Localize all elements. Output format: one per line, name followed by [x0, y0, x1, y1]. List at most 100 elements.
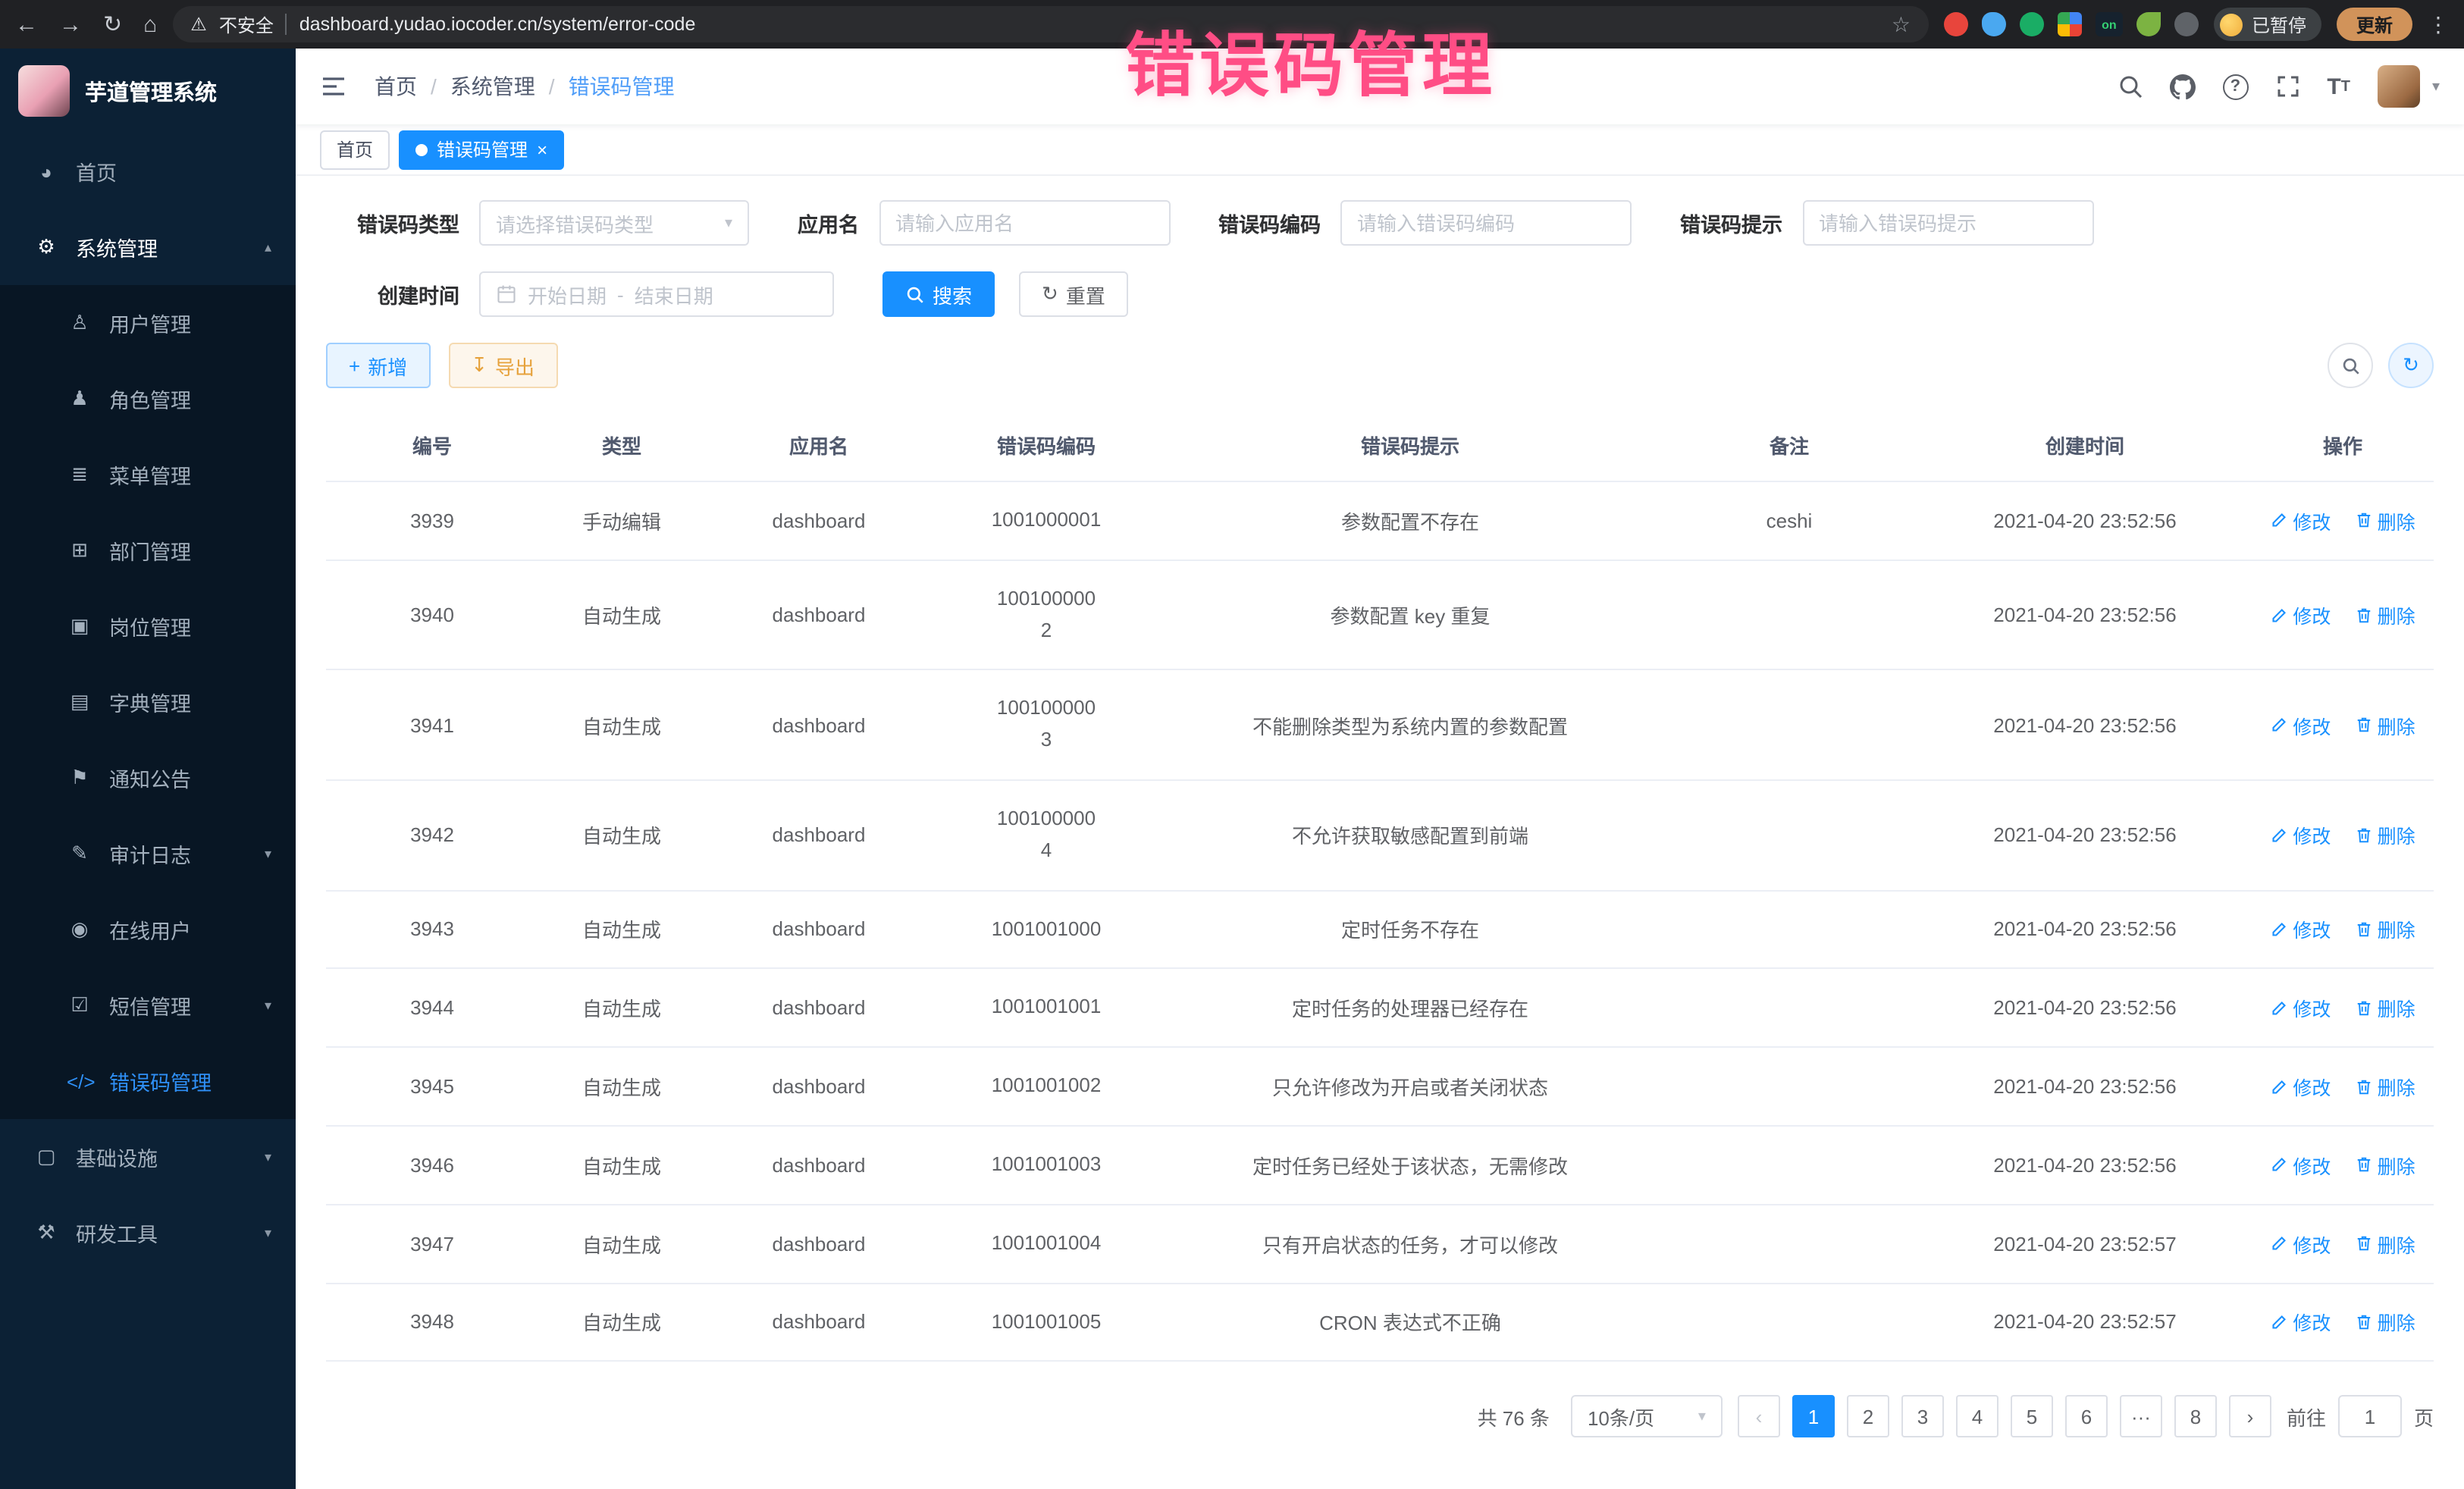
forward-button[interactable]: → [59, 11, 82, 37]
delete-link[interactable]: 删除 [2355, 1072, 2415, 1101]
next-page-button[interactable]: › [2229, 1396, 2271, 1438]
page-size-select[interactable]: 10条/页 ▾ [1571, 1396, 1723, 1438]
delete-link[interactable]: 删除 [2355, 600, 2415, 629]
sidebar-item-error-code[interactable]: </> 错误码管理 [0, 1043, 296, 1119]
sidebar-item-audit[interactable]: ✎ 审计日志 ▾ [0, 816, 296, 892]
extension-icon-green[interactable] [2020, 12, 2044, 36]
end-date-placeholder[interactable]: 结束日期 [635, 280, 713, 309]
sidebar-item-sms[interactable]: ☑ 短信管理 ▾ [0, 967, 296, 1043]
sidebar-item-post[interactable]: ▣ 岗位管理 [0, 588, 296, 664]
prev-page-button[interactable]: ‹ [1738, 1396, 1780, 1438]
online-icon: ◉ [67, 917, 92, 942]
sidebar-item-dict[interactable]: ▤ 字典管理 [0, 664, 296, 740]
edit-link[interactable]: 修改 [2270, 1229, 2331, 1258]
paused-badge[interactable]: 已暂停 [2214, 8, 2321, 41]
browser-menu-icon[interactable]: ⋮ [2428, 11, 2449, 37]
edit-link[interactable]: 修改 [2270, 1151, 2331, 1180]
sidebar-item-home[interactable]: ◕ 首页 [0, 133, 296, 209]
delete-link[interactable]: 删除 [2355, 1151, 2415, 1180]
page-button-8[interactable]: 8 [2174, 1396, 2217, 1438]
page-button-6[interactable]: 6 [2065, 1396, 2108, 1438]
error-code-input[interactable] [1357, 212, 1615, 234]
reset-button[interactable]: ↻ 重置 [1019, 271, 1128, 317]
security-label[interactable]: 不安全 [219, 11, 274, 37]
tab-home[interactable]: 首页 [320, 130, 390, 169]
delete-link[interactable]: 删除 [2355, 1308, 2415, 1337]
browser-update-button[interactable]: 更新 [2337, 8, 2412, 41]
extension-icon-red[interactable] [1944, 12, 1968, 36]
sidebar-item-dept[interactable]: ⊞ 部门管理 [0, 513, 296, 588]
reload-button[interactable]: ↻ [103, 11, 122, 38]
edit-link[interactable]: 修改 [2270, 915, 2331, 944]
delete-link[interactable]: 删除 [2355, 994, 2415, 1023]
back-button[interactable]: ← [15, 11, 38, 37]
sidebar-item-label: 通知公告 [109, 763, 191, 793]
help-icon[interactable]: ? [2222, 74, 2248, 99]
extension-icon-leaf[interactable] [2136, 12, 2161, 36]
delete-link[interactable]: 删除 [2355, 506, 2415, 535]
edit-link[interactable]: 修改 [2270, 710, 2331, 739]
home-button[interactable]: ⌂ [143, 11, 157, 37]
page-button-3[interactable]: 3 [1901, 1396, 1944, 1438]
more-pages-button[interactable]: ··· [2120, 1396, 2162, 1438]
github-icon[interactable] [2169, 74, 2195, 99]
select-placeholder: 请选择错误码类型 [496, 208, 654, 237]
page-button-1[interactable]: 1 [1792, 1396, 1835, 1438]
hamburger-icon[interactable] [320, 73, 347, 100]
page-button-5[interactable]: 5 [2011, 1396, 2053, 1438]
app-logo[interactable]: 芋道管理系统 [0, 49, 296, 133]
page-url[interactable]: dashboard.yudao.iocoder.cn/system/error-… [299, 14, 1879, 35]
delete-link[interactable]: 删除 [2355, 915, 2415, 944]
add-button[interactable]: + 新增 [326, 343, 430, 388]
search-button[interactable]: 搜索 [882, 271, 995, 317]
app-name-input[interactable] [895, 212, 1153, 234]
date-range-picker[interactable]: 开始日期 - 结束日期 [479, 271, 834, 317]
delete-link[interactable]: 删除 [2355, 1229, 2415, 1258]
bookmark-star-icon[interactable]: ☆ [1892, 11, 1911, 37]
sidebar-item-label: 短信管理 [109, 990, 191, 1020]
delete-link[interactable]: 删除 [2355, 710, 2415, 739]
extension-icon-on[interactable]: on [2096, 12, 2123, 36]
refresh-table-button[interactable]: ↻ [2388, 343, 2434, 388]
start-date-placeholder[interactable]: 开始日期 [528, 280, 607, 309]
avatar-caret-icon[interactable]: ▾ [2432, 78, 2440, 95]
breadcrumb-home[interactable]: 首页 [375, 71, 417, 102]
sidebar-item-infra[interactable]: ▢ 基础设施 ▾ [0, 1119, 296, 1195]
fullscreen-icon[interactable] [2275, 74, 2299, 99]
edit-link[interactable]: 修改 [2270, 600, 2331, 629]
search-icon[interactable] [2118, 74, 2142, 99]
show-search-button[interactable] [2328, 343, 2373, 388]
tab-label: 首页 [337, 136, 373, 162]
sidebar-item-notice[interactable]: ⚑ 通知公告 [0, 740, 296, 816]
sidebar-item-online[interactable]: ◉ 在线用户 [0, 892, 296, 967]
tab-error-code[interactable]: 错误码管理 × [399, 130, 564, 169]
edit-link[interactable]: 修改 [2270, 821, 2331, 850]
error-type-select[interactable]: 请选择错误码类型 ▾ [479, 200, 749, 246]
users-icon: ♟ [67, 387, 92, 411]
sidebar-item-system[interactable]: ⚙ 系统管理 ▴ [0, 209, 296, 285]
page-button-2[interactable]: 2 [1847, 1396, 1889, 1438]
sidebar-item-menu[interactable]: ≣ 菜单管理 [0, 437, 296, 513]
sidebar-item-devtools[interactable]: ⚒ 研发工具 ▾ [0, 1195, 296, 1271]
paused-badge-label: 已暂停 [2252, 11, 2306, 37]
edit-link[interactable]: 修改 [2270, 994, 2331, 1023]
avatar[interactable] [2378, 65, 2420, 108]
close-icon[interactable]: × [537, 140, 547, 158]
error-tip-input[interactable] [1819, 212, 2077, 234]
extensions-puzzle-icon[interactable] [2174, 12, 2199, 36]
table-row: 3948 自动生成 dashboard 1001001005 CRON 表达式不… [326, 1283, 2434, 1362]
export-button[interactable]: ↧ 导出 [448, 343, 557, 388]
sidebar-item-role[interactable]: ♟ 角色管理 [0, 361, 296, 437]
font-size-icon[interactable]: TT [2327, 74, 2350, 99]
delete-link[interactable]: 删除 [2355, 821, 2415, 850]
edit-link[interactable]: 修改 [2270, 1072, 2331, 1101]
page-button-4[interactable]: 4 [1956, 1396, 1998, 1438]
address-bar[interactable]: ⚠ 不安全 dashboard.yudao.iocoder.cn/system/… [172, 6, 1929, 42]
breadcrumb-system[interactable]: 系统管理 [450, 71, 535, 102]
goto-page-input[interactable] [2338, 1396, 2402, 1438]
extension-icon-drop[interactable] [1982, 12, 2006, 36]
edit-link[interactable]: 修改 [2270, 506, 2331, 535]
sidebar-item-user[interactable]: ♙ 用户管理 [0, 285, 296, 361]
edit-link[interactable]: 修改 [2270, 1308, 2331, 1337]
extension-icon-grid[interactable] [2058, 12, 2082, 36]
